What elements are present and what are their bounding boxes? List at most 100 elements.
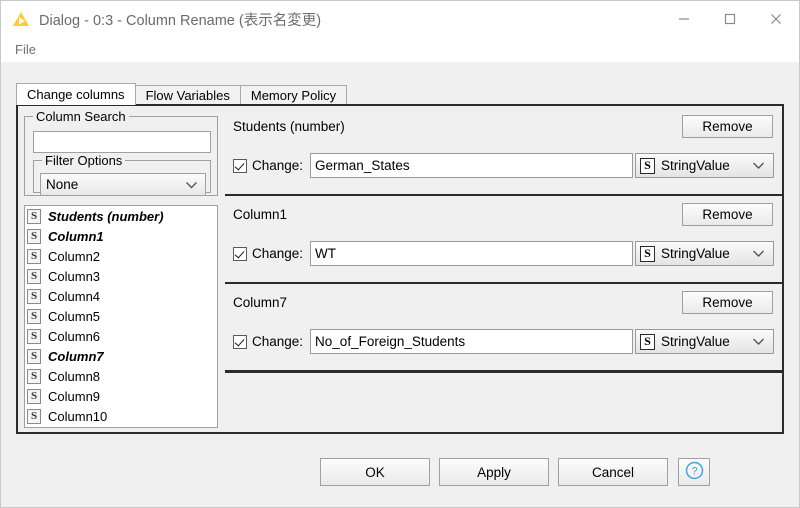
new-name-input[interactable] <box>310 153 633 178</box>
list-item[interactable]: S Column6 <box>25 326 217 346</box>
list-item-label: Column7 <box>48 348 104 364</box>
change-checkbox[interactable] <box>233 334 247 349</box>
change-label: Change: <box>252 334 304 349</box>
string-type-icon: S <box>640 245 655 262</box>
string-type-icon: S <box>27 388 41 404</box>
window-controls <box>661 1 799 37</box>
string-type-icon: S <box>27 288 41 304</box>
type-dropdown-value: StringValue <box>661 334 730 349</box>
list-item[interactable]: S Column8 <box>25 366 217 386</box>
string-type-icon: S <box>640 157 655 174</box>
type-dropdown-value: StringValue <box>661 158 730 173</box>
minimize-button[interactable] <box>661 1 707 37</box>
string-type-icon: S <box>27 228 41 244</box>
change-columns-panel: Column Search Filter Options None S Stude… <box>16 104 784 434</box>
type-dropdown[interactable]: S StringValue <box>635 241 774 266</box>
column-search-group: Column Search Filter Options None <box>24 109 218 196</box>
cancel-button[interactable]: Cancel <box>558 458 668 486</box>
rename-panel: Column7 Remove Change: S StringValue <box>225 284 782 372</box>
column-selection-pane: Column Search Filter Options None S Stude… <box>20 108 222 432</box>
rename-panel-source-column: Column1 <box>233 207 288 222</box>
menu-bar: File <box>1 37 799 62</box>
knime-triangle-icon <box>12 10 30 28</box>
remove-button[interactable]: Remove <box>682 115 773 138</box>
chevron-down-icon <box>185 177 198 192</box>
client-area: Change columns Flow Variables Memory Pol… <box>2 62 798 507</box>
dialog-footer: OK Apply Cancel ? <box>2 448 798 498</box>
rename-panel-stack: Students (number) Remove Change: S StringVal… <box>225 108 782 373</box>
string-type-icon: S <box>27 408 41 424</box>
tab-memory-policy[interactable]: Memory Policy <box>239 85 348 105</box>
rename-row: Change: S StringValue <box>233 328 774 355</box>
filter-options-group: Filter Options None <box>33 153 211 196</box>
tab-strip: Change columns Flow Variables Memory Pol… <box>16 83 348 105</box>
list-item-label: Column9 <box>48 388 101 404</box>
title-bar: Dialog - 0:3 - Column Rename (表示名変更) <box>1 1 799 37</box>
new-name-input[interactable] <box>310 329 633 354</box>
list-item-label: Column4 <box>48 288 101 304</box>
list-item-label: Column3 <box>48 268 101 284</box>
window-title: Dialog - 0:3 - Column Rename (表示名変更) <box>39 12 322 29</box>
svg-text:?: ? <box>691 466 697 478</box>
string-type-icon: S <box>640 333 655 350</box>
filter-options-value: None <box>46 177 79 192</box>
rename-panel: Column1 Remove Change: S StringValue <box>225 196 782 284</box>
dialog-window: Dialog - 0:3 - Column Rename (表示名変更) Fil… <box>0 0 800 508</box>
list-item[interactable]: S Column1 <box>25 226 217 246</box>
string-type-icon: S <box>27 348 41 364</box>
search-input[interactable] <box>33 131 211 153</box>
apply-button[interactable]: Apply <box>439 458 549 486</box>
column-list[interactable]: S Students (number) S Column1 S Column2 S Colum… <box>24 205 218 428</box>
list-item[interactable]: S Column7 <box>25 346 217 366</box>
list-item[interactable]: S Column10 <box>25 406 217 426</box>
list-item-label: Column10 <box>48 408 108 424</box>
change-checkbox[interactable] <box>233 158 247 173</box>
list-item[interactable]: S Students (number) <box>25 206 217 226</box>
string-type-icon: S <box>27 208 41 224</box>
column-search-group-title: Column Search <box>33 109 129 124</box>
rename-panel: Students (number) Remove Change: S StringVal… <box>225 108 782 196</box>
type-dropdown[interactable]: S StringValue <box>635 153 774 178</box>
string-type-icon: S <box>27 328 41 344</box>
list-item[interactable]: S Column3 <box>25 266 217 286</box>
remove-button[interactable]: Remove <box>682 291 773 314</box>
string-type-icon: S <box>27 308 41 324</box>
list-item-label: Column1 <box>48 228 104 244</box>
list-item-label: Column6 <box>48 328 101 344</box>
rename-panel-source-column: Column7 <box>233 295 288 310</box>
remove-button[interactable]: Remove <box>682 203 773 226</box>
string-type-icon: S <box>27 248 41 264</box>
list-item[interactable]: S Column4 <box>25 286 217 306</box>
change-label: Change: <box>252 158 304 173</box>
help-button[interactable]: ? <box>678 458 710 486</box>
help-circle-icon: ? <box>685 461 704 483</box>
close-button[interactable] <box>753 1 799 37</box>
type-dropdown-value: StringValue <box>661 246 730 261</box>
ok-button[interactable]: OK <box>320 458 430 486</box>
list-item[interactable]: S Column2 <box>25 246 217 266</box>
new-name-input[interactable] <box>310 241 633 266</box>
list-item[interactable]: S Column5 <box>25 306 217 326</box>
tab-flow-variables[interactable]: Flow Variables <box>134 85 241 105</box>
filter-options-group-title: Filter Options <box>42 153 126 168</box>
chevron-down-icon <box>752 335 765 349</box>
string-type-icon: S <box>27 268 41 284</box>
filter-options-dropdown[interactable]: None <box>40 173 206 196</box>
tab-change-columns[interactable]: Change columns <box>16 83 136 105</box>
type-dropdown[interactable]: S StringValue <box>635 329 774 354</box>
rename-row: Change: S StringValue <box>233 152 774 179</box>
rename-panel-source-column: Students (number) <box>233 119 345 134</box>
maximize-button[interactable] <box>707 1 753 37</box>
list-item-label: Column5 <box>48 308 101 324</box>
change-label: Change: <box>252 246 304 261</box>
list-item[interactable]: S Column9 <box>25 386 217 406</box>
list-item-label: Column8 <box>48 368 101 384</box>
change-checkbox[interactable] <box>233 246 247 261</box>
menu-file[interactable]: File <box>11 40 40 59</box>
chevron-down-icon <box>752 247 765 261</box>
rename-row: Change: S StringValue <box>233 240 774 267</box>
list-item-label: Column2 <box>48 248 101 264</box>
chevron-down-icon <box>752 159 765 173</box>
string-type-icon: S <box>27 368 41 384</box>
rename-entries-pane: Students (number) Remove Change: S StringVal… <box>225 108 782 432</box>
